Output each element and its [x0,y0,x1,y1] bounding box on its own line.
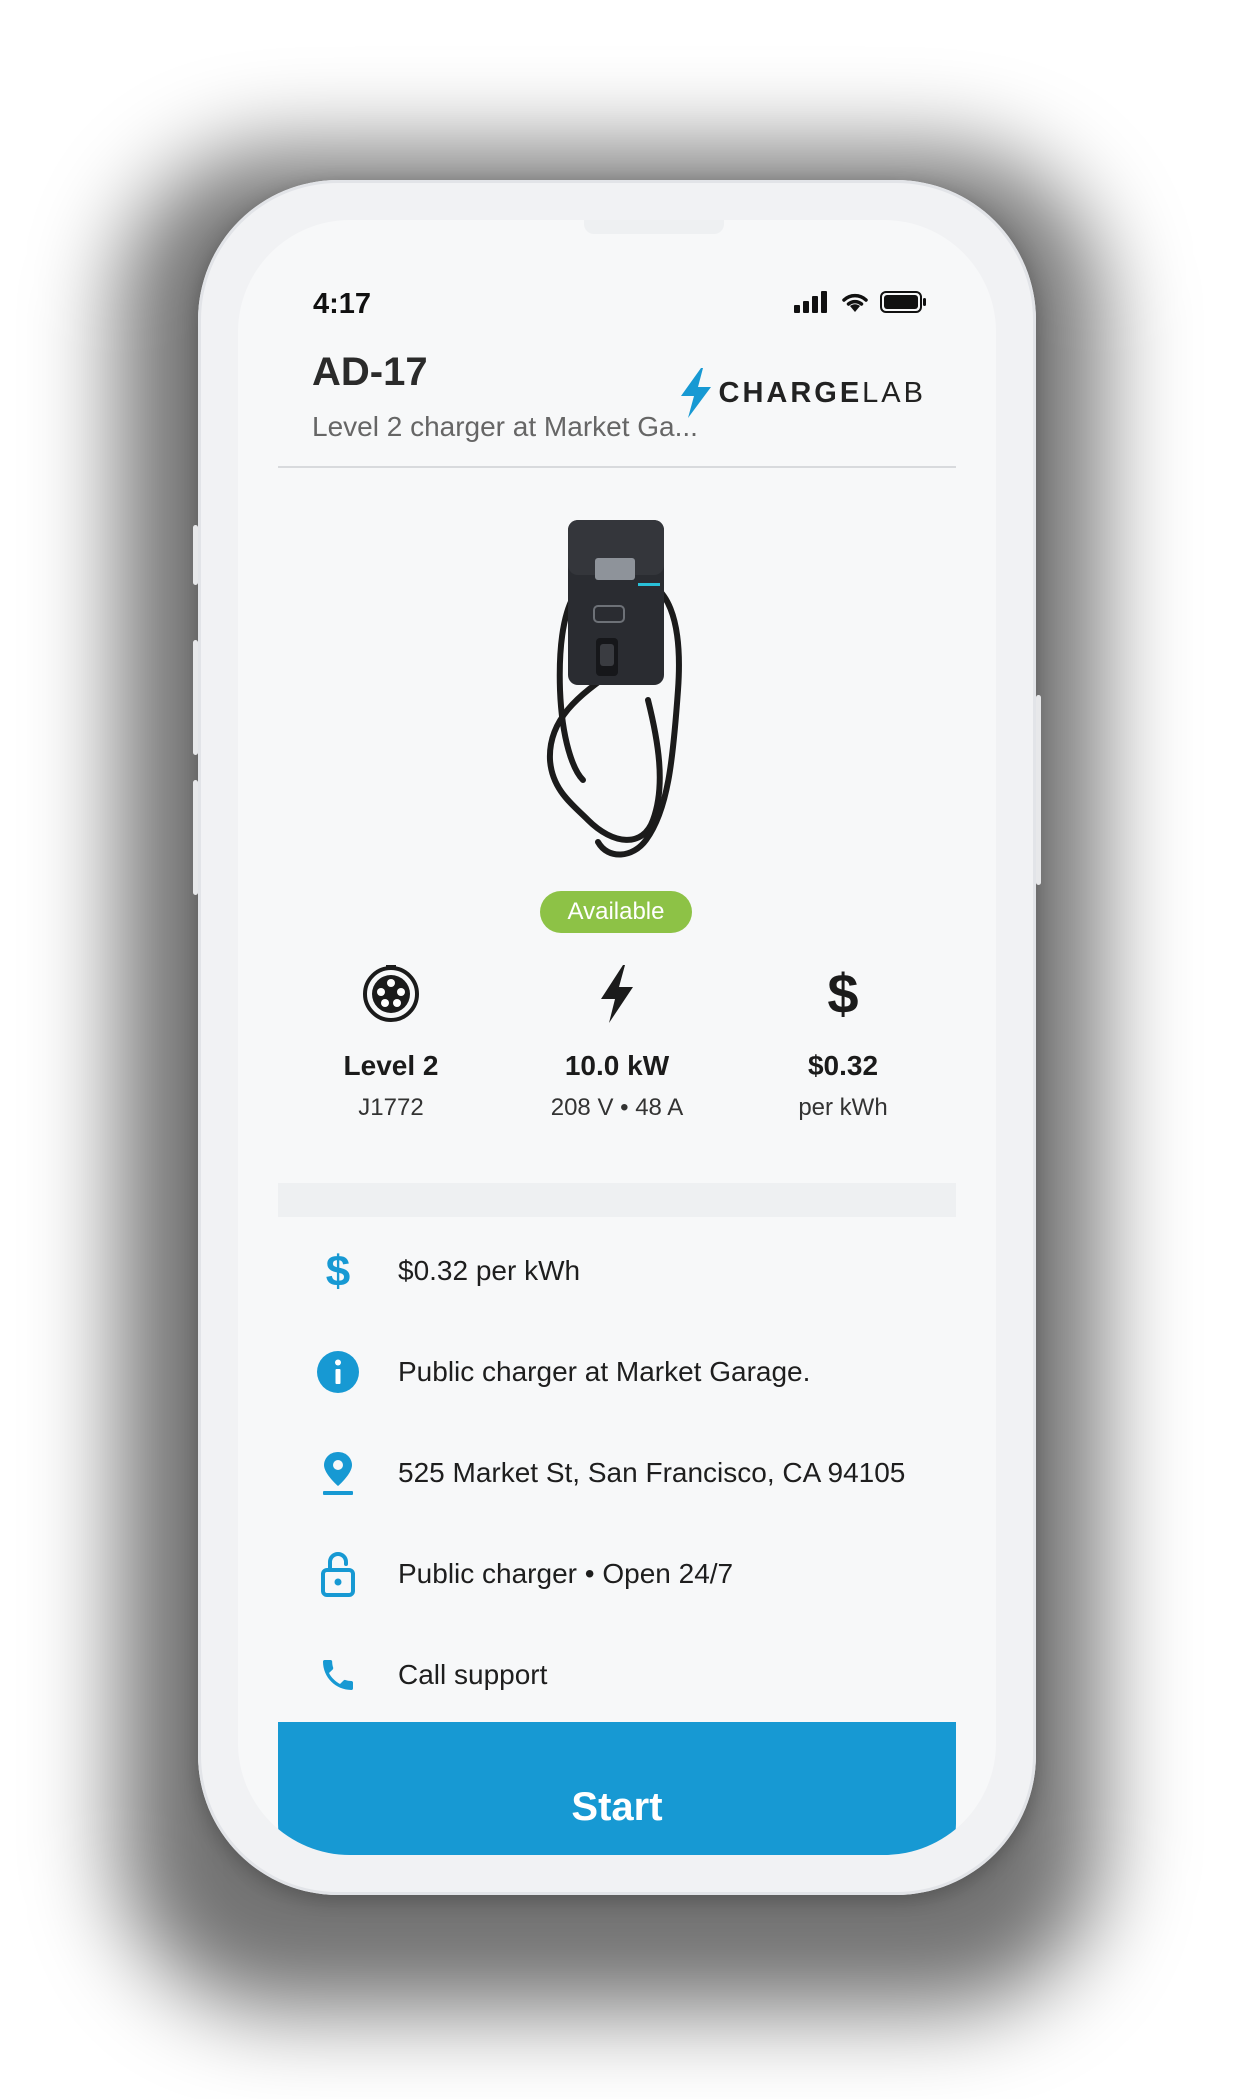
info-price-text: $0.32 per kWh [398,1254,581,1286]
silent-switch [193,525,198,585]
section-separator [278,1183,956,1217]
cellular-signal-icon [794,291,827,313]
spec-voltage-amperage: 208 V • 48 A [550,1094,684,1121]
info-row-address[interactable]: 525 Market St, San Francisco, CA 94105 [278,1422,956,1523]
lightning-logo-icon [680,368,711,418]
spec-price-value: $0.32 [807,1050,879,1081]
svg-text:$: $ [827,965,858,1023]
charger-subtitle: Level 2 charger at Market Ga... [312,411,698,442]
info-support-text: Call support [398,1658,548,1690]
spec-price: $ $0.32 per kWh [730,960,956,1122]
bolt-icon [601,965,633,1023]
dollar-icon: $ [326,1248,350,1294]
charger-image [546,520,682,858]
info-row-support[interactable]: Call support [278,1624,956,1725]
notch [584,220,724,234]
info-icon [317,1350,359,1393]
chargelab-logo: CHARGELAB [679,368,927,418]
info-access-text: Public charger • Open 24/7 [398,1557,734,1589]
wifi-icon [842,293,868,312]
status-time: 4:17 [313,288,372,320]
start-button[interactable]: Start [278,1722,956,1855]
info-row-price: $ $0.32 per kWh [278,1220,956,1321]
charger-id-title: AD-17 [312,350,428,394]
volume-down-button [193,780,198,895]
unlock-icon [321,1551,355,1597]
info-list: $ $0.32 per kWh Public charger at Market… [278,1220,956,1725]
spec-price-unit: per kWh [798,1094,888,1121]
spec-power-value: 10.0 kW [564,1050,670,1081]
header-divider [278,466,956,468]
brand-wordmark: CHARGELAB [718,376,926,409]
app-screen: 4:17 AD-17 Level 2 charger at Market Ga.… [238,220,996,1855]
location-pin-icon [323,1451,353,1495]
volume-up-button [193,640,198,755]
availability-badge: Available [540,891,692,933]
spec-power: 10.0 kW 208 V • 48 A [504,960,730,1122]
spec-summary: Level 2 J1772 10.0 kW 208 V • 48 A $ $0.… [278,960,956,1122]
spec-connector-type: J1772 [358,1094,424,1121]
start-button-label: Start [571,1784,663,1829]
spec-level-value: Level 2 [343,1050,439,1081]
dollar-icon: $ [827,965,858,1023]
info-address-text: 525 Market St, San Francisco, CA 94105 [398,1456,906,1488]
phone-frame: 4:17 AD-17 Level 2 charger at Market Ga.… [193,180,1041,1895]
info-row-description: Public charger at Market Garage. [278,1321,956,1422]
svg-text:$: $ [326,1248,350,1294]
connector-icon [363,965,419,1022]
info-row-access: Public charger • Open 24/7 [278,1523,956,1624]
spec-level: Level 2 J1772 [278,960,504,1122]
info-description-text: Public charger at Market Garage. [398,1355,811,1387]
status-icons [794,290,928,314]
power-button [1036,695,1041,885]
battery-icon [880,291,926,313]
phone-icon [323,1659,353,1690]
